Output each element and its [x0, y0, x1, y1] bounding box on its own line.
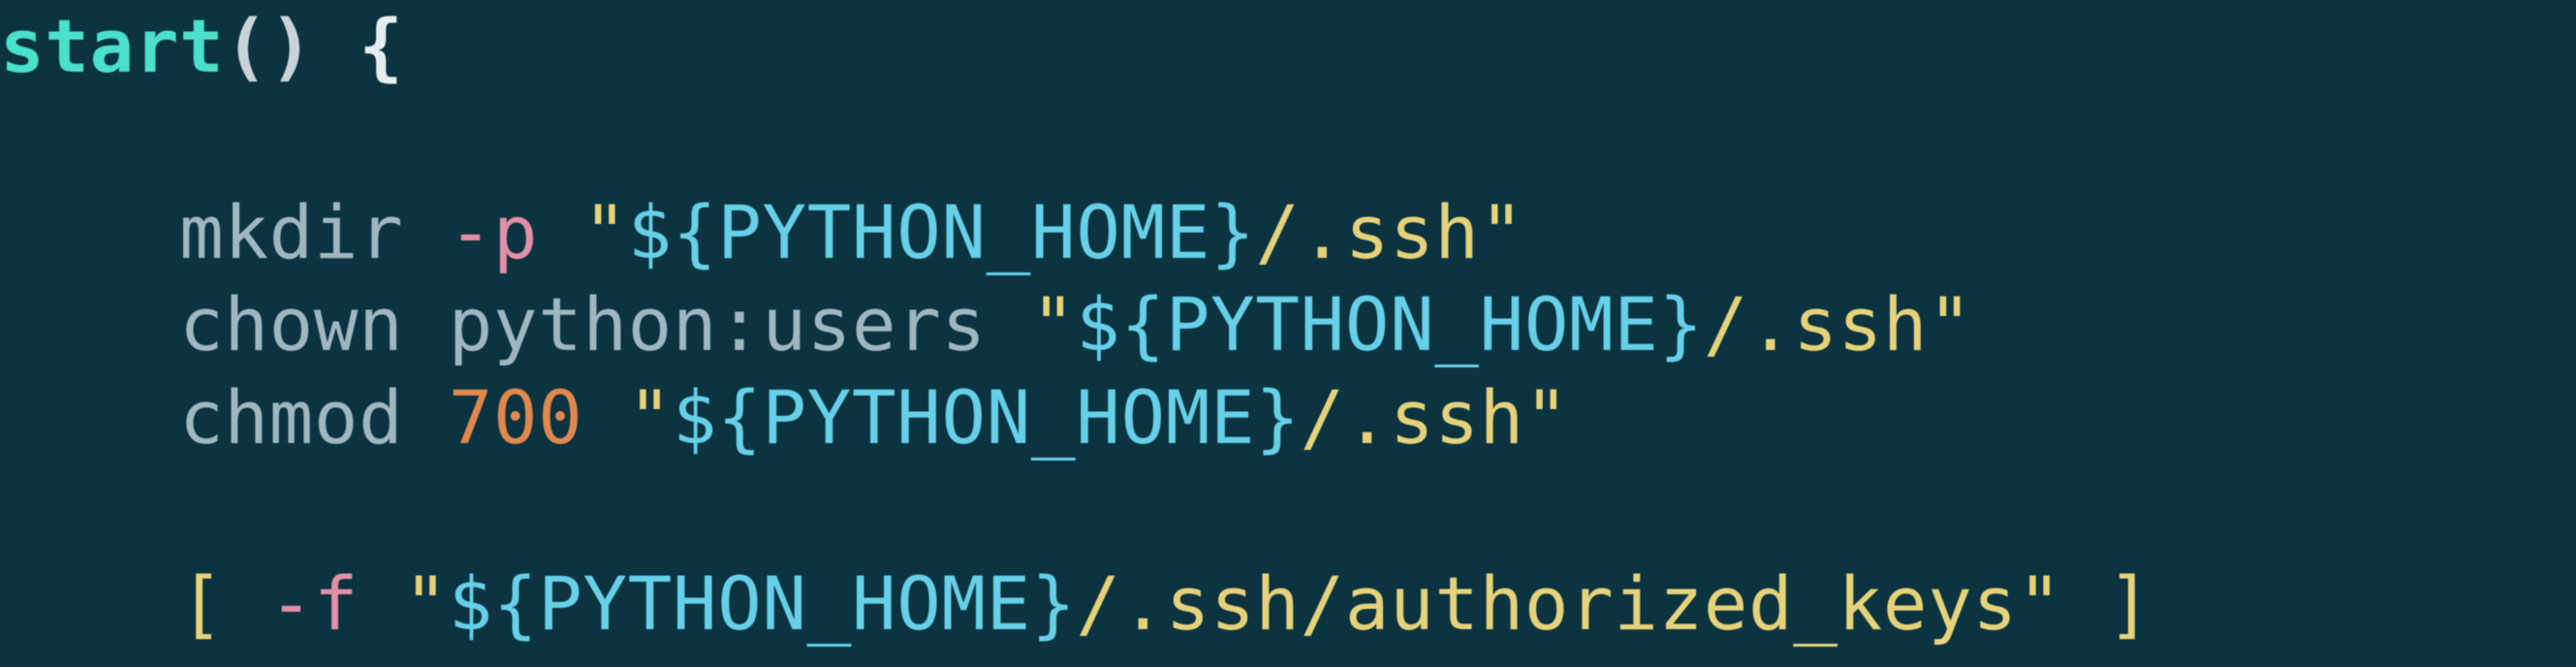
quote-open: "	[1031, 281, 1076, 367]
var-name: PYTHON_HOME	[538, 560, 1031, 647]
var-name: PYTHON_HOME	[717, 189, 1210, 275]
quote-open: "	[628, 374, 673, 461]
path: /.ssh/authorized_keys	[1076, 560, 2017, 647]
test-open-bracket: [	[179, 560, 269, 647]
var-name: PYTHON_HOME	[762, 374, 1255, 461]
indent	[0, 374, 179, 461]
opt-f: -f	[269, 560, 404, 647]
quote-open: "	[582, 189, 627, 275]
arg-owner: python:users	[449, 281, 1031, 367]
var-close: }	[1210, 189, 1255, 275]
quote-close: "	[2018, 560, 2062, 647]
mode-700: 700	[449, 374, 628, 461]
brace-open: {	[359, 3, 403, 89]
cmd-mkdir: mkdir	[179, 189, 449, 275]
var-close: }	[1255, 374, 1300, 461]
cmd-chown: chown	[179, 281, 449, 367]
var-open: ${	[1076, 281, 1166, 367]
path: /.ssh	[1300, 374, 1524, 461]
parens: ()	[224, 3, 314, 89]
path: /.ssh	[1255, 189, 1479, 275]
quote-close: "	[1524, 374, 1569, 461]
var-close: }	[1659, 281, 1704, 367]
indent	[0, 189, 179, 275]
var-open: ${	[628, 189, 718, 275]
function-name: start	[0, 3, 224, 89]
path: /.ssh	[1704, 281, 1928, 367]
space	[314, 3, 359, 89]
quote-open: "	[403, 560, 448, 647]
test-close-bracket: ]	[2062, 560, 2152, 647]
quote-close: "	[1480, 189, 1524, 275]
cmd-chmod: chmod	[179, 374, 449, 461]
quote-close: "	[1928, 281, 1972, 367]
var-open: ${	[673, 374, 763, 461]
code-editor[interactable]: start() { mkdir -p "${PYTHON_HOME}/.ssh"…	[0, 0, 2576, 650]
indent	[0, 560, 179, 647]
opt-p: -p	[449, 189, 583, 275]
var-close: }	[1031, 560, 1076, 647]
var-name: PYTHON_HOME	[1166, 281, 1659, 367]
var-open: ${	[449, 560, 539, 647]
indent	[0, 281, 179, 367]
